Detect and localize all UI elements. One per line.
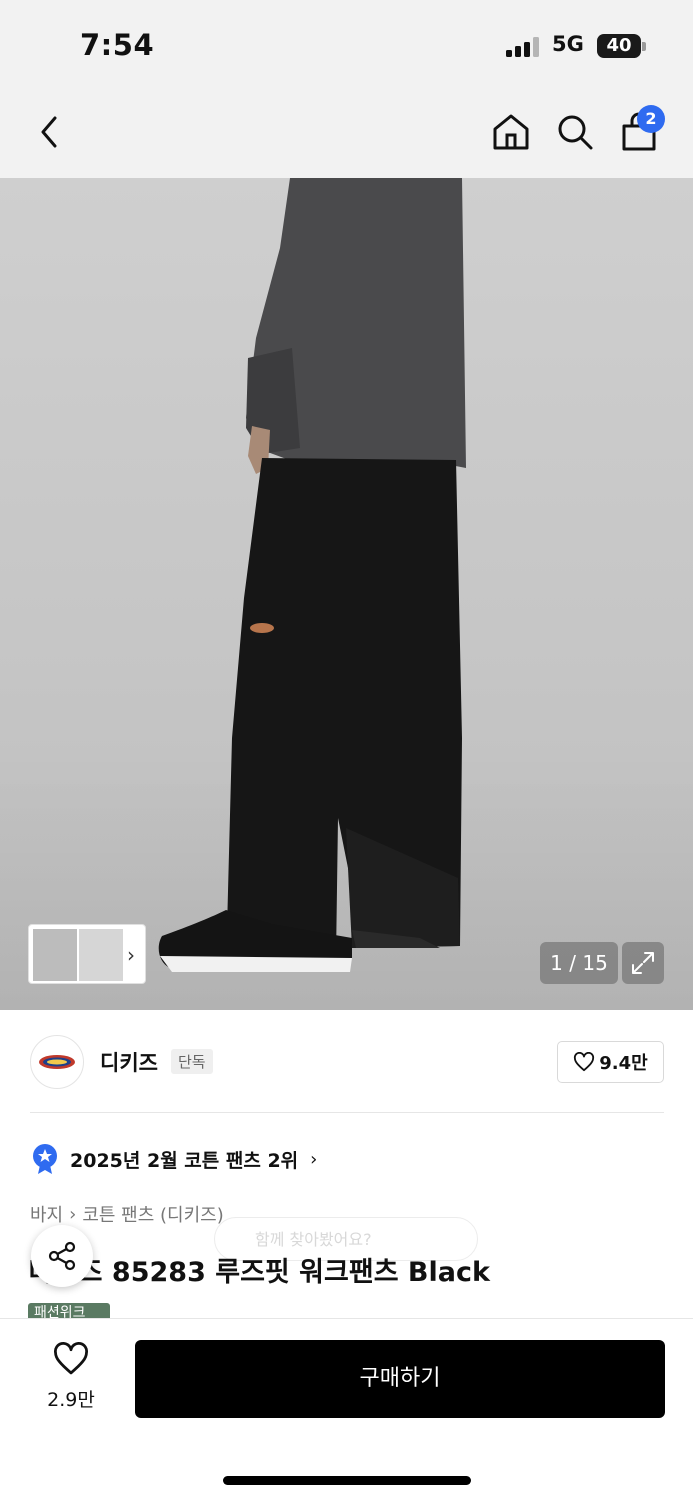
home-icon bbox=[493, 114, 529, 150]
home-indicator[interactable] bbox=[223, 1476, 471, 1485]
ranking-link[interactable]: 2025년 2월 코튼 팬츠 2위 › bbox=[30, 1143, 317, 1175]
breadcrumb-separator-icon: › bbox=[69, 1203, 77, 1225]
back-icon bbox=[41, 116, 57, 148]
star-badge-icon bbox=[33, 1144, 57, 1174]
buy-button[interactable]: 구매하기 bbox=[135, 1340, 665, 1418]
expand-icon bbox=[632, 952, 654, 974]
ranking-text: 2025년 2월 코튼 팬츠 2위 bbox=[70, 1149, 299, 1172]
share-icon bbox=[48, 1241, 76, 1271]
heart-icon bbox=[574, 1052, 595, 1072]
brand-logo-icon bbox=[39, 1055, 75, 1069]
search-button[interactable] bbox=[549, 106, 601, 158]
status-bar: 7:54 5G 40 bbox=[0, 0, 693, 92]
breadcrumb: 바지 › 코튼 팬츠 (디키즈) bbox=[30, 1201, 224, 1227]
thumbnail-strip[interactable]: › bbox=[28, 924, 146, 984]
battery-icon: 40 bbox=[597, 34, 641, 58]
home-button[interactable] bbox=[485, 106, 537, 158]
wish-count: 2.9만 bbox=[47, 1389, 95, 1411]
image-counter: 1 / 15 bbox=[540, 942, 618, 984]
exclusive-tag: 단독 bbox=[171, 1049, 213, 1074]
share-button[interactable] bbox=[31, 1225, 93, 1287]
divider bbox=[30, 1112, 664, 1113]
product-title: 디키즈 85283 루즈핏 워크팬츠 Black bbox=[28, 1257, 490, 1288]
thumbnail-2[interactable] bbox=[79, 929, 123, 981]
chevron-right-icon: › bbox=[310, 1148, 318, 1170]
brand-logo[interactable] bbox=[30, 1035, 84, 1089]
back-button[interactable] bbox=[24, 106, 76, 158]
heart-icon bbox=[54, 1342, 88, 1375]
battery-level: 40 bbox=[606, 35, 632, 56]
cart-count-badge: 2 bbox=[637, 105, 665, 133]
top-nav bbox=[0, 92, 693, 178]
model-figure bbox=[158, 178, 466, 972]
signal-icon bbox=[506, 37, 544, 57]
brand-like-count: 9.4만 bbox=[599, 1053, 648, 1074]
event-badge: 패션위크 bbox=[28, 1303, 110, 1319]
network-label: 5G bbox=[552, 32, 584, 56]
product-image[interactable] bbox=[0, 178, 693, 1010]
status-time: 7:54 bbox=[80, 28, 155, 62]
breadcrumb-subcategory[interactable]: 코튼 팬츠 (디키즈) bbox=[82, 1201, 223, 1227]
chevron-right-icon[interactable]: › bbox=[127, 943, 135, 967]
brand-name[interactable]: 디키즈 bbox=[100, 1047, 158, 1077]
search-icon bbox=[558, 115, 593, 150]
thumbnail-1[interactable] bbox=[33, 929, 77, 981]
wish-button[interactable] bbox=[36, 1342, 106, 1380]
brand-like-button[interactable]: 9.4만 bbox=[557, 1041, 664, 1083]
breadcrumb-category[interactable]: 바지 bbox=[30, 1201, 63, 1227]
battery-nub bbox=[642, 42, 646, 51]
expand-button[interactable] bbox=[622, 942, 664, 984]
